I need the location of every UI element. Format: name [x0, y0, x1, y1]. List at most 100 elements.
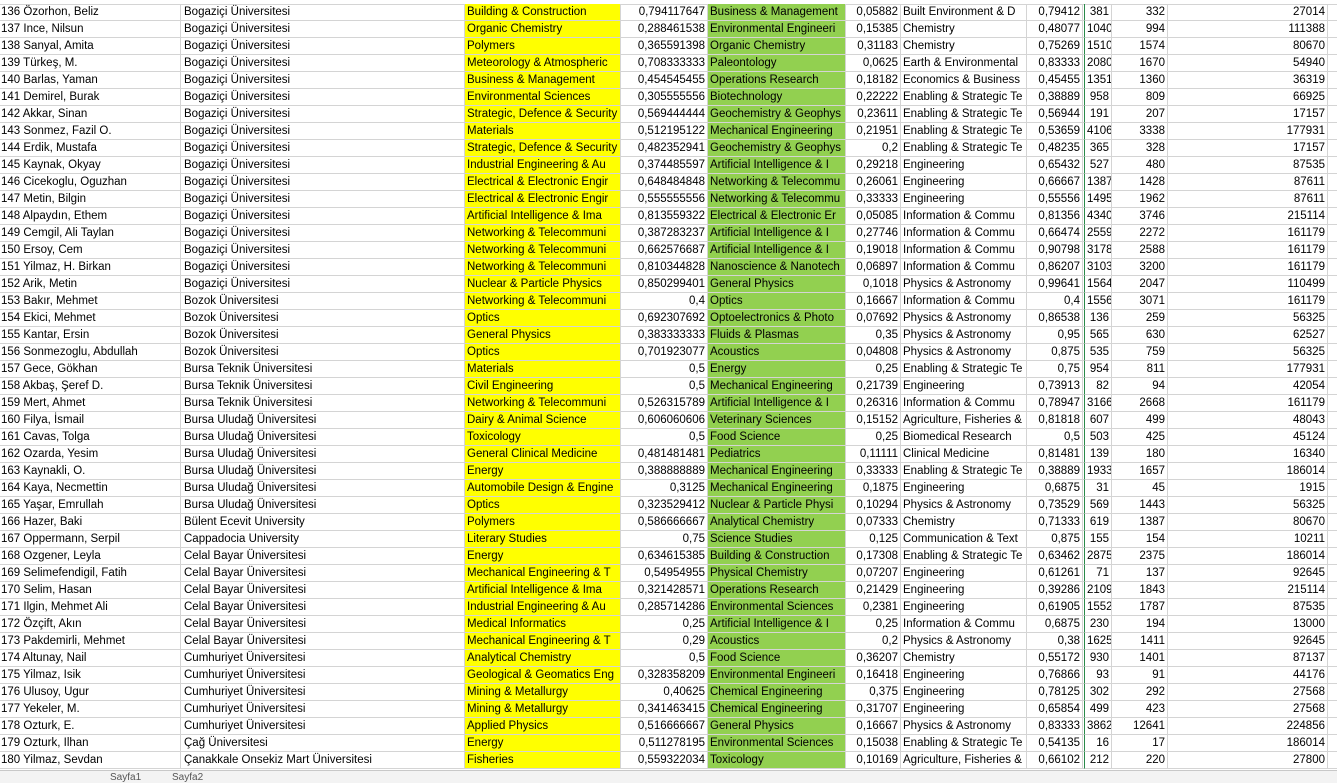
name-cell[interactable]: 138 Sanyal, Amita: [0, 38, 181, 55]
count-a-cell[interactable]: 1040: [1084, 21, 1112, 38]
domain-cell[interactable]: Physics & Astronomy: [901, 276, 1027, 293]
field-cell[interactable]: Industrial Engineering & Au: [465, 157, 621, 174]
empty-cell[interactable]: [1328, 55, 1337, 72]
domain-cell[interactable]: Information & Commu: [901, 242, 1027, 259]
domain-share-cell[interactable]: 0,61261: [1027, 565, 1083, 582]
subfield-cell[interactable]: Acoustics: [708, 344, 846, 361]
subfield-cell[interactable]: Biotechnology: [708, 89, 846, 106]
field-share-cell[interactable]: 0,285714286: [621, 599, 708, 616]
university-cell[interactable]: Bogaziçi Üniversitesi: [181, 140, 465, 157]
domain-cell[interactable]: Enabling & Strategic Te: [901, 548, 1027, 565]
university-cell[interactable]: Celal Bayar Üniversitesi: [181, 565, 465, 582]
domain-cell[interactable]: Chemistry: [901, 650, 1027, 667]
field-cell[interactable]: Networking & Telecommuni: [465, 242, 621, 259]
subfield-cell[interactable]: Food Science: [708, 650, 846, 667]
domain-cell[interactable]: Enabling & Strategic Te: [901, 361, 1027, 378]
domain-share-cell[interactable]: 0,90798: [1027, 242, 1083, 259]
empty-cell[interactable]: [1328, 480, 1337, 497]
total-cell[interactable]: 186014: [1168, 548, 1328, 565]
count-b-cell[interactable]: 137: [1112, 565, 1168, 582]
count-b-cell[interactable]: 2047: [1112, 276, 1168, 293]
field-cell[interactable]: Nuclear & Particle Physics: [465, 276, 621, 293]
domain-share-cell[interactable]: 0,53659: [1027, 123, 1083, 140]
domain-share-cell[interactable]: 0,38: [1027, 633, 1083, 650]
domain-share-cell[interactable]: 0,63462: [1027, 548, 1083, 565]
total-cell[interactable]: 87535: [1168, 157, 1328, 174]
empty-cell[interactable]: [1328, 412, 1337, 429]
subfield-cell[interactable]: Environmental Engineeri: [708, 21, 846, 38]
university-cell[interactable]: Bogaziçi Üniversitesi: [181, 21, 465, 38]
total-cell[interactable]: 27800: [1168, 752, 1328, 769]
university-cell[interactable]: Celal Bayar Üniversitesi: [181, 582, 465, 599]
empty-cell[interactable]: [1328, 446, 1337, 463]
count-a-cell[interactable]: 958: [1084, 89, 1112, 106]
subfield-cell[interactable]: General Physics: [708, 718, 846, 735]
subfield-share-cell[interactable]: 0,27746: [846, 225, 901, 242]
university-cell[interactable]: Bogaziçi Üniversitesi: [181, 174, 465, 191]
university-cell[interactable]: Bursa Teknik Üniversitesi: [181, 361, 465, 378]
total-cell[interactable]: 27014: [1168, 4, 1328, 21]
count-b-cell[interactable]: 154: [1112, 531, 1168, 548]
field-share-cell[interactable]: 0,40625: [621, 684, 708, 701]
university-cell[interactable]: Bursa Uludağ Üniversitesi: [181, 497, 465, 514]
total-cell[interactable]: 62527: [1168, 327, 1328, 344]
subfield-cell[interactable]: Pediatrics: [708, 446, 846, 463]
domain-cell[interactable]: Engineering: [901, 582, 1027, 599]
field-share-cell[interactable]: 0,634615385: [621, 548, 708, 565]
university-cell[interactable]: Bogaziçi Üniversitesi: [181, 242, 465, 259]
count-b-cell[interactable]: 2272: [1112, 225, 1168, 242]
count-a-cell[interactable]: 954: [1084, 361, 1112, 378]
count-a-cell[interactable]: 16: [1084, 735, 1112, 752]
domain-cell[interactable]: Engineering: [901, 157, 1027, 174]
count-a-cell[interactable]: 1552: [1084, 599, 1112, 616]
field-cell[interactable]: Building & Construction: [465, 4, 621, 21]
empty-cell[interactable]: [1328, 378, 1337, 395]
subfield-cell[interactable]: Mechanical Engineering: [708, 123, 846, 140]
name-cell[interactable]: 170 Selim, Hasan: [0, 582, 181, 599]
count-a-cell[interactable]: 569: [1084, 497, 1112, 514]
field-share-cell[interactable]: 0,29: [621, 633, 708, 650]
field-share-cell[interactable]: 0,648484848: [621, 174, 708, 191]
count-a-cell[interactable]: 139: [1084, 446, 1112, 463]
empty-cell[interactable]: [1328, 684, 1337, 701]
domain-share-cell[interactable]: 0,66102: [1027, 752, 1083, 769]
sheet-tab-1[interactable]: Sayfa1: [110, 771, 158, 783]
total-cell[interactable]: 13000: [1168, 616, 1328, 633]
domain-share-cell[interactable]: 0,99641: [1027, 276, 1083, 293]
domain-cell[interactable]: Communication & Text: [901, 531, 1027, 548]
name-cell[interactable]: 162 Ozarda, Yesim: [0, 446, 181, 463]
subfield-share-cell[interactable]: 0,05085: [846, 208, 901, 225]
field-cell[interactable]: Energy: [465, 463, 621, 480]
domain-share-cell[interactable]: 0,73529: [1027, 497, 1083, 514]
empty-cell[interactable]: [1328, 531, 1337, 548]
count-b-cell[interactable]: 12641: [1112, 718, 1168, 735]
field-share-cell[interactable]: 0,25: [621, 616, 708, 633]
field-share-cell[interactable]: 0,794117647: [621, 4, 708, 21]
count-a-cell[interactable]: 191: [1084, 106, 1112, 123]
subfield-cell[interactable]: Acoustics: [708, 633, 846, 650]
field-share-cell[interactable]: 0,512195122: [621, 123, 708, 140]
name-cell[interactable]: 150 Ersoy, Cem: [0, 242, 181, 259]
domain-cell[interactable]: Enabling & Strategic Te: [901, 735, 1027, 752]
university-cell[interactable]: Cumhuriyet Üniversitesi: [181, 701, 465, 718]
subfield-share-cell[interactable]: 0,05882: [846, 4, 901, 21]
domain-share-cell[interactable]: 0,86207: [1027, 259, 1083, 276]
empty-cell[interactable]: [1328, 361, 1337, 378]
name-cell[interactable]: 143 Sonmez, Fazil O.: [0, 123, 181, 140]
field-cell[interactable]: Optics: [465, 497, 621, 514]
university-cell[interactable]: Bursa Uludağ Üniversitesi: [181, 463, 465, 480]
university-cell[interactable]: Cumhuriyet Üniversitesi: [181, 718, 465, 735]
count-a-cell[interactable]: 1625: [1084, 633, 1112, 650]
empty-cell[interactable]: [1328, 191, 1337, 208]
subfield-share-cell[interactable]: 0,10169: [846, 752, 901, 769]
field-cell[interactable]: Analytical Chemistry: [465, 650, 621, 667]
subfield-share-cell[interactable]: 0,29218: [846, 157, 901, 174]
name-cell[interactable]: 152 Arik, Metin: [0, 276, 181, 293]
subfield-share-cell[interactable]: 0,21429: [846, 582, 901, 599]
name-cell[interactable]: 167 Oppermann, Serpil: [0, 531, 181, 548]
count-a-cell[interactable]: 93: [1084, 667, 1112, 684]
subfield-cell[interactable]: Nanoscience & Nanotech: [708, 259, 846, 276]
university-cell[interactable]: Celal Bayar Üniversitesi: [181, 633, 465, 650]
field-cell[interactable]: Environmental Sciences: [465, 89, 621, 106]
count-a-cell[interactable]: 136: [1084, 310, 1112, 327]
